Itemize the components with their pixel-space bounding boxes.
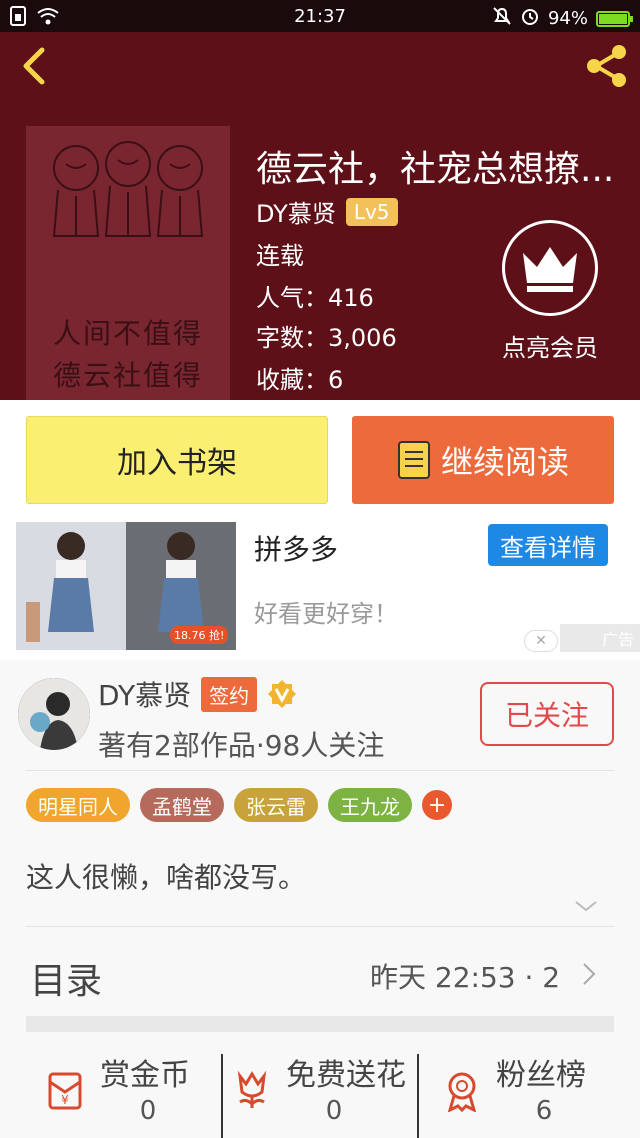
ad-description: 好看更好穿！ — [254, 600, 398, 628]
battery-icon — [596, 10, 633, 27]
level-badge: Lv5 — [345, 197, 398, 226]
book-header: 人间不值得 德云社值得 德云社，社宠总想撩... DY慕贤 Lv5 连载 人气：… — [0, 32, 640, 400]
book-icon — [397, 441, 430, 479]
favorites-value: 6 — [328, 366, 344, 394]
word-count-value: 3,006 — [328, 324, 397, 352]
ad-image[interactable]: 18.76 抢! — [16, 522, 236, 650]
vip-button[interactable]: 点亮会员 — [492, 220, 608, 363]
ad-banner[interactable]: 18.76 抢! 拼多多 查看详情 好看更好穿！ ✕ 广告 — [0, 520, 640, 660]
add-to-shelf-button[interactable]: 加入书架 — [26, 416, 328, 504]
send-flower-button[interactable]: 免费送花 0 — [230, 1046, 416, 1138]
favorites: 收藏：6 — [256, 360, 343, 395]
divider — [26, 926, 614, 927]
popularity-label: 人气： — [256, 284, 328, 312]
section-divider — [26, 1016, 614, 1032]
serial-status: 连载 — [256, 242, 304, 270]
chevron-left-icon — [23, 47, 45, 85]
ad-price-tag: 18.76 抢! — [170, 626, 229, 644]
reward-coins-label: 赏金币 — [100, 1058, 190, 1093]
alarm-icon — [520, 6, 540, 31]
svg-text:¥: ¥ — [61, 1093, 69, 1107]
crown-icon — [523, 247, 577, 292]
send-flower-value: 0 — [325, 1096, 343, 1126]
fan-ranking-button[interactable]: 粉丝榜 6 — [440, 1046, 630, 1138]
signed-badge: 签约 — [201, 676, 258, 712]
verified-icon — [268, 680, 297, 708]
ad-image-right: 18.76 抢! — [126, 522, 236, 650]
chevron-right-icon[interactable] — [582, 962, 596, 986]
close-icon: ✕ — [535, 633, 547, 649]
ad-label: 广告 — [560, 624, 640, 652]
author-row: DY慕贤 Lv5 — [256, 194, 398, 229]
popularity: 人气：416 — [256, 278, 374, 313]
fan-ranking-value: 6 — [535, 1096, 553, 1126]
followed-button[interactable]: 已关注 — [480, 682, 614, 746]
reward-coins-button[interactable]: ¥ 赏金币 0 — [44, 1046, 204, 1138]
author-panel-name[interactable]: DY慕贤 — [98, 674, 191, 714]
divider — [221, 1054, 223, 1138]
book-cover[interactable]: 人间不值得 德云社值得 — [26, 126, 230, 400]
tag-item[interactable]: 孟鹤堂 — [140, 788, 224, 822]
toc-label[interactable]: 目录 — [30, 952, 102, 1004]
author-section: DY慕贤 签约 著有2部作品·98人关注 已关注 明星同人 孟鹤堂 张云雷 王九… — [0, 660, 640, 1138]
chevron-down-icon[interactable] — [574, 898, 598, 914]
ad-image-left — [16, 522, 126, 650]
add-tag-button[interactable]: + — [422, 790, 452, 820]
fan-ranking-label: 粉丝榜 — [496, 1058, 586, 1093]
ad-details-button[interactable]: 查看详情 — [488, 524, 608, 566]
author-stats: 著有2部作品·98人关注 — [98, 729, 385, 762]
tag-item[interactable]: 王九龙 — [328, 788, 412, 822]
book-title: 德云社，社宠总想撩... — [256, 149, 615, 190]
popularity-value: 416 — [328, 284, 374, 312]
tag-item[interactable]: 明星同人 — [26, 788, 130, 822]
action-bar: 加入书架 继续阅读 — [0, 400, 640, 520]
vip-label: 点亮会员 — [502, 334, 598, 362]
share-button[interactable] — [582, 42, 630, 90]
tag-list: 明星同人 孟鹤堂 张云雷 王九龙 + — [26, 788, 452, 822]
reward-coins-value: 0 — [139, 1096, 157, 1126]
bottom-stats: ¥ 赏金币 0 免费送花 0 粉丝榜 6 — [0, 1046, 640, 1138]
author-name[interactable]: DY慕贤 — [256, 194, 336, 229]
author-intro: 这人很懒，啥都没写。 — [26, 861, 307, 894]
battery-percent: 94% — [547, 8, 588, 29]
continue-reading-label: 继续阅读 — [440, 443, 569, 481]
medal-icon — [447, 1072, 477, 1112]
crown-badge — [502, 220, 598, 316]
word-count: 字数：3,006 — [256, 318, 397, 353]
cover-text-line1: 人间不值得 — [52, 317, 203, 350]
word-count-label: 字数： — [256, 324, 328, 352]
ad-title: 拼多多 — [254, 533, 339, 566]
share-icon — [587, 45, 626, 87]
ad-close-button[interactable]: ✕ — [524, 630, 558, 652]
flower-icon — [237, 1070, 267, 1108]
divider — [417, 1054, 419, 1138]
divider — [26, 770, 614, 771]
continue-reading-button[interactable]: 继续阅读 — [352, 416, 614, 504]
favorites-label: 收藏： — [256, 366, 328, 394]
back-button[interactable] — [14, 44, 58, 88]
avatar[interactable] — [18, 678, 90, 750]
cover-text-line2: 德云社值得 — [52, 359, 203, 392]
send-flower-label: 免费送花 — [286, 1058, 406, 1093]
mute-bell-icon — [492, 6, 512, 31]
status-bar: 21:37 94% — [0, 0, 640, 32]
author-name-row: DY慕贤 签约 — [98, 674, 297, 714]
toc-update[interactable]: 昨天 22:53 · 2 — [370, 956, 560, 996]
coin-envelope-icon: ¥ — [48, 1072, 82, 1110]
tag-item[interactable]: 张云雷 — [234, 788, 318, 822]
cover-illustration — [52, 141, 204, 237]
